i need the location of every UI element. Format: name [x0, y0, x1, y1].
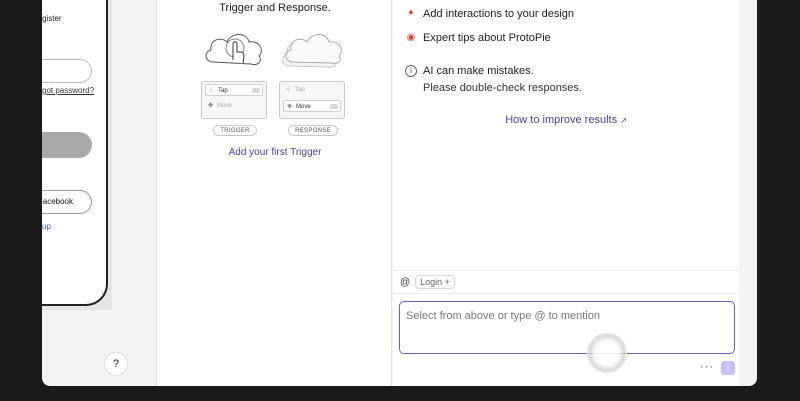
- response-cloud-icon: [282, 34, 342, 68]
- cursor-indicator: [587, 333, 627, 373]
- interaction-panel: Trigger and Response. ☝ Tap ✥ Move TRIGG…: [156, 0, 392, 386]
- tap-icon: ☝: [209, 88, 213, 94]
- trigger-tap-row: ☝ Tap: [205, 84, 263, 96]
- help-button[interactable]: ?: [104, 352, 128, 376]
- trigger-tag: TRIGGER: [213, 125, 257, 136]
- response-tap-row: ☝ Tap: [283, 84, 341, 96]
- chat-input[interactable]: [399, 301, 735, 354]
- move-icon: ✥: [287, 104, 293, 110]
- warning-title: AI can make mistakes.: [423, 65, 534, 77]
- signup-link[interactable]: up: [42, 222, 51, 231]
- tap-icon: ☝: [286, 87, 290, 93]
- response-tap-label: Tap: [295, 87, 305, 93]
- trigger-move-label: Move: [217, 103, 232, 109]
- trigger-cloud-icon: [205, 34, 262, 65]
- app-window: gister got password? Facebook up ? Trigg…: [42, 0, 757, 386]
- login-button[interactable]: [42, 132, 92, 158]
- mention-chip-login[interactable]: Login +: [415, 275, 455, 289]
- toggle-pill: [330, 104, 338, 109]
- forgot-password-link[interactable]: got password?: [42, 86, 94, 95]
- send-button[interactable]: ↑: [721, 361, 735, 375]
- info-icon: i: [405, 65, 417, 77]
- ai-assistant-panel: ✦ Add interactions to your design ◉ Expe…: [393, 0, 739, 386]
- mention-bar: @ Login +: [393, 270, 739, 294]
- trigger-tap-label: Tap: [218, 88, 228, 94]
- password-field[interactable]: [42, 59, 92, 83]
- phone-preview[interactable]: gister got password? Facebook up: [42, 0, 108, 306]
- response-card: ☝ Tap ✥ Move: [279, 81, 345, 119]
- register-link[interactable]: gister: [42, 14, 62, 23]
- improve-results-label: How to improve results: [505, 114, 618, 126]
- trigger-card: ☝ Tap ✥ Move: [201, 81, 267, 119]
- background-edge: [757, 0, 800, 401]
- at-icon[interactable]: @: [400, 277, 410, 288]
- facebook-login-button[interactable]: Facebook: [42, 190, 92, 214]
- response-illustration: ☝ Tap ✥ Move RESPONSE: [279, 26, 347, 136]
- add-first-trigger-link[interactable]: Add your first Trigger: [157, 147, 393, 158]
- trigger-move-row: ✥ Move: [205, 100, 263, 112]
- lightbulb-icon: ◉: [406, 32, 416, 43]
- toggle-pill: [252, 88, 260, 93]
- external-link-icon: ↗: [620, 116, 627, 125]
- suggestion-expert-tips[interactable]: ◉ Expert tips about ProtoPie: [405, 32, 551, 44]
- trigger-illustration: ☝ Tap ✥ Move TRIGGER: [201, 26, 269, 136]
- warning-subtitle: Please double-check responses.: [423, 82, 582, 94]
- move-icon: ✥: [208, 103, 214, 109]
- screen: gister got password? Facebook up ? Trigg…: [0, 0, 800, 401]
- response-move-label: Move: [296, 104, 311, 110]
- response-move-row: ✥ Move: [283, 100, 341, 112]
- suggestion-label: Expert tips about ProtoPie: [423, 32, 551, 44]
- improve-results-link[interactable]: How to improve results ↗: [393, 114, 739, 126]
- ai-warning: i AI can make mistakes.: [405, 65, 534, 77]
- interaction-intro: Trigger and Response.: [219, 2, 331, 14]
- background-bottom: [0, 386, 800, 401]
- suggestion-add-interactions[interactable]: ✦ Add interactions to your design: [405, 8, 574, 20]
- response-tag: RESPONSE: [288, 125, 338, 136]
- more-options-button[interactable]: ···: [700, 361, 714, 373]
- suggestion-label: Add interactions to your design: [423, 8, 575, 20]
- sparkle-icon: ✦: [406, 8, 416, 19]
